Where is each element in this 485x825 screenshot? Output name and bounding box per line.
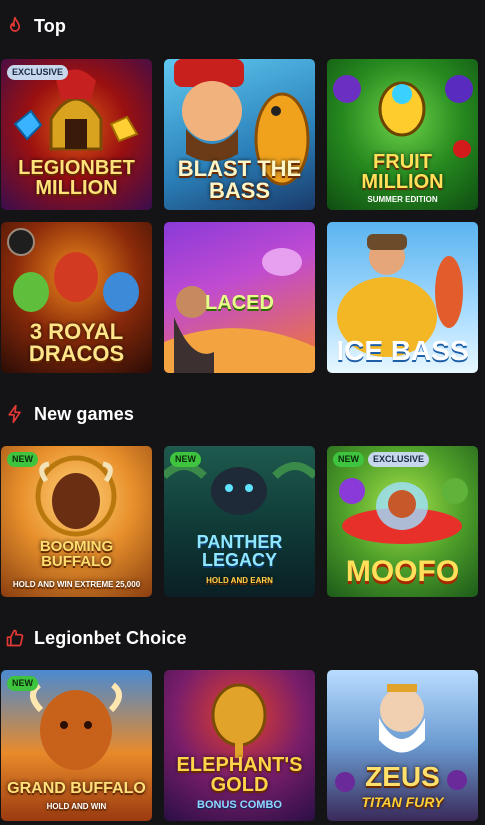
lightning-icon bbox=[4, 403, 26, 425]
game-tile-laced[interactable]: LACED bbox=[164, 222, 315, 373]
game-subtitle: HOLD AND WIN EXTREME 25,000 bbox=[12, 580, 141, 589]
new-badge: NEW bbox=[170, 452, 201, 467]
section-header-legionbet-choice: Legionbet Choice bbox=[4, 624, 187, 652]
game-title: ELEPHANT'S GOLD bbox=[176, 754, 303, 796]
section-title: Top bbox=[34, 15, 66, 36]
game-title: ICE BASS bbox=[336, 335, 469, 366]
game-subtitle: TITAN FURY bbox=[361, 794, 444, 810]
game-tile-grand-buffalo[interactable]: NEW GRAND BUFFALO HOLD AND WIN bbox=[1, 670, 152, 821]
game-title: GRAND BUFFALO bbox=[7, 780, 146, 797]
game-tile-moofo[interactable]: NEW EXCLUSIVE MOOFO bbox=[327, 446, 478, 597]
game-tile-zeus[interactable]: ZEUS TITAN FURY bbox=[327, 670, 478, 821]
game-title: MOOFO bbox=[345, 555, 460, 588]
game-title: BLAST THE BASS bbox=[177, 156, 302, 203]
game-artwork bbox=[164, 446, 315, 597]
thumbs-up-icon bbox=[4, 627, 26, 649]
exclusive-badge: EXCLUSIVE bbox=[7, 65, 69, 80]
section-header-new-games: New games bbox=[4, 400, 134, 428]
game-tile-legionbet-million[interactable]: EXCLUSIVE LEGIONBET MILLION bbox=[1, 59, 152, 210]
game-tile-3-royal-dracos[interactable]: 3 ROYAL DRACOS bbox=[1, 222, 152, 373]
section-title: Legionbet Choice bbox=[34, 627, 187, 648]
game-subtitle: HOLD AND EARN bbox=[206, 576, 273, 585]
new-badge: NEW bbox=[333, 452, 364, 467]
exclusive-badge: EXCLUSIVE bbox=[368, 452, 430, 467]
game-title: FRUIT MILLION bbox=[361, 151, 444, 193]
game-title: LEGIONBET MILLION bbox=[18, 157, 135, 199]
game-tile-panther-legacy[interactable]: NEW PANTHER LEGACY HOLD AND EARN bbox=[164, 446, 315, 597]
game-subtitle: BONUS COMBO bbox=[197, 799, 282, 811]
section-title: New games bbox=[34, 403, 134, 424]
game-subtitle: SUMMER EDITION bbox=[367, 195, 438, 204]
game-title: 3 ROYAL DRACOS bbox=[28, 319, 125, 366]
game-title: LACED bbox=[205, 292, 274, 314]
game-title: PANTHER LEGACY bbox=[196, 532, 283, 570]
section-header-top: Top bbox=[4, 12, 66, 40]
game-tile-blast-the-bass[interactable]: BLAST THE BASS bbox=[164, 59, 315, 210]
game-tile-fruit-million[interactable]: FRUIT MILLION SUMMER EDITION bbox=[327, 59, 478, 210]
game-artwork bbox=[1, 670, 152, 821]
game-title: BOOMING BUFFALO bbox=[39, 538, 114, 570]
game-tile-elephants-gold[interactable]: ELEPHANT'S GOLD BONUS COMBO bbox=[164, 670, 315, 821]
game-tile-booming-buffalo[interactable]: NEW BOOMING BUFFALO HOLD AND WIN EXTREME… bbox=[1, 446, 152, 597]
flame-icon bbox=[4, 15, 26, 37]
new-badge: NEW bbox=[7, 452, 38, 467]
game-artwork bbox=[1, 446, 152, 597]
game-subtitle: HOLD AND WIN bbox=[46, 802, 107, 811]
game-title: ZEUS bbox=[365, 761, 440, 792]
game-tile-ice-bass[interactable]: ICE BASS bbox=[327, 222, 478, 373]
new-badge: NEW bbox=[7, 676, 38, 691]
